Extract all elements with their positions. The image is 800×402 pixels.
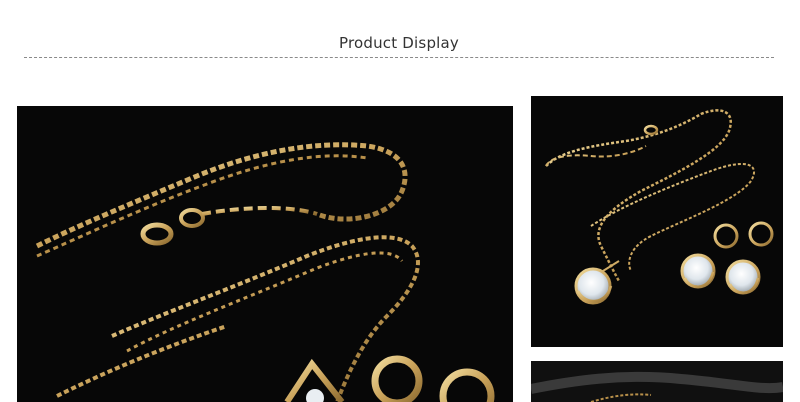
section-divider	[24, 57, 774, 58]
jewelry-set-illustration	[531, 96, 783, 347]
section-header: Product Display	[24, 34, 774, 60]
product-photo-main	[17, 106, 513, 402]
product-display-page: Product Display	[0, 0, 800, 402]
jewelry-closeup-illustration	[17, 106, 513, 402]
product-photo-side-top	[531, 96, 783, 347]
section-title: Product Display	[338, 34, 459, 52]
product-photo-side-bottom	[531, 361, 783, 402]
jewelry-partial-illustration	[531, 361, 783, 402]
